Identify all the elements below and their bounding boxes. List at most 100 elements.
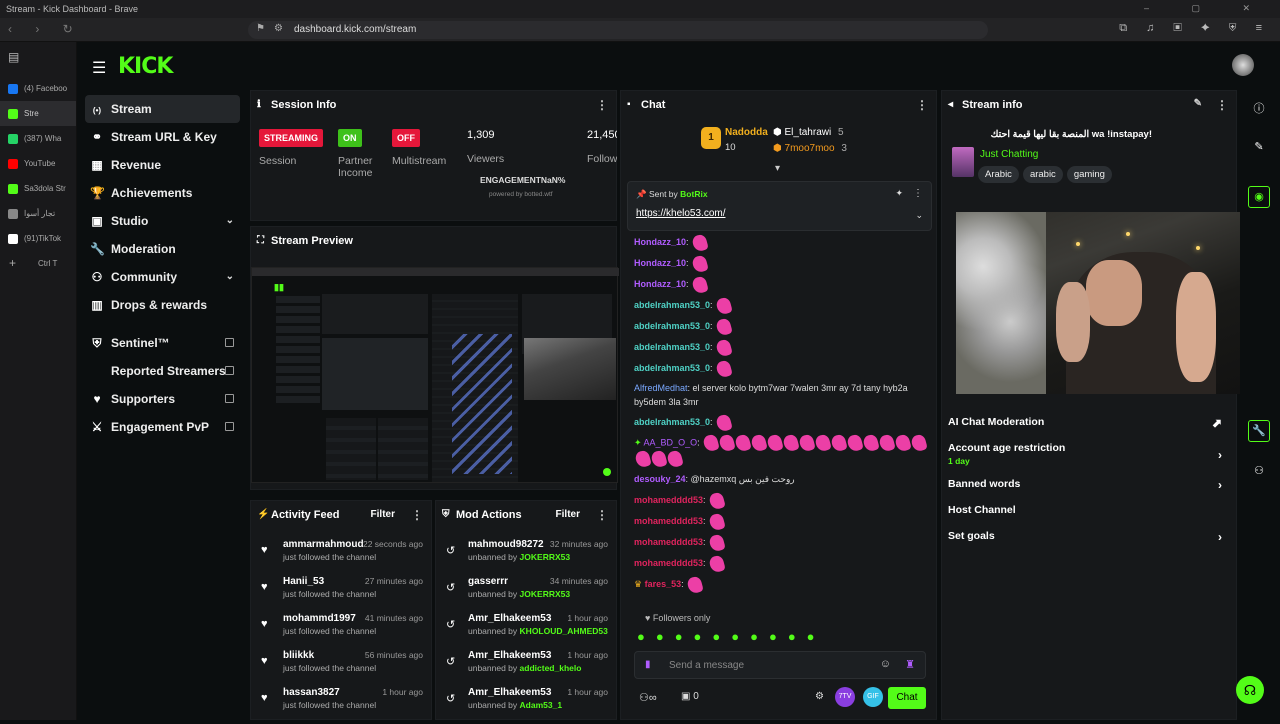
chat-message[interactable]: desouky_24: @hazemxq روحت فين بس [634,469,930,490]
bookmark-icon[interactable]: ⚑ [256,23,265,34]
kebab-menu-icon[interactable]: ⋮ [596,508,608,522]
filter-button[interactable]: Filter [556,509,580,520]
moderator-name[interactable]: KHOLOUD_AHMED53 [520,626,608,636]
kick-logo[interactable]: KICK [118,54,173,79]
send-chat-button[interactable]: Chat [888,687,926,709]
chat-username[interactable]: abdelrahman53_0 [634,417,710,427]
chat-message[interactable]: Hondazz_10: [634,232,930,253]
feed-item[interactable]: ♥ mohammd1997 41 minutes ago just followed … [257,613,431,650]
kebab-menu-icon[interactable]: ⋮ [916,98,928,112]
ai-chat-moderation-row[interactable]: AI Chat Moderation ⬈ [948,416,1232,442]
set-goals-row[interactable]: Set goals › [948,530,1232,556]
feed-item[interactable]: ♥ bliikkk 56 minutes ago just followed the … [257,650,431,687]
sidebar-item-community[interactable]: ⚇ Community ⌄ [85,263,240,291]
browser-tab[interactable]: YouTube [0,151,76,176]
mod-action-item[interactable]: ↺ gasserrr 34 minutes ago unbanned by JOKER… [442,576,616,613]
chat-username[interactable]: mohamedddd53 [634,516,703,526]
user-avatar[interactable] [1232,54,1254,76]
chat-message[interactable]: mohamedddd53: [634,511,930,532]
moderator-name[interactable]: JOKERRX53 [520,552,571,562]
chat-message[interactable]: abdelrahman53_0: [634,412,930,433]
kebab-menu-icon[interactable]: ⋮ [411,508,423,522]
sidebar-item-revenue[interactable]: ▦ Revenue [85,151,240,179]
chat-username[interactable]: fares_53 [645,579,682,589]
sidebar-toggle-icon[interactable]: ▤ [0,42,76,76]
site-settings-icon[interactable]: ⚙ [274,23,283,34]
sidebar-item-drops-rewards[interactable]: ▥ Drops & rewards [85,291,240,319]
chat-message[interactable]: mohamedddd53: [634,553,930,574]
moderator-name[interactable]: Adam53_1 [520,700,563,710]
chat-message[interactable]: mohamedddd53: [634,490,930,511]
leader-name[interactable]: Nadodda [725,127,768,138]
browser-tab[interactable]: (91)TikTok [0,226,76,251]
chat-message[interactable]: ♛ fares_53: [634,574,930,595]
host-channel-row[interactable]: Host Channel [948,504,1232,530]
mic-icon[interactable]: ▮ [645,659,651,670]
chat-username[interactable]: AA_BD_O_O [644,437,698,447]
account-age-row[interactable]: Account age restriction 1 day › [948,442,1232,478]
settings-gear-icon[interactable]: ⚙ [815,691,824,702]
sidebar-item-stream[interactable]: (•) Stream [85,95,240,123]
category-thumbnail[interactable] [952,147,974,177]
pack-icon[interactable]: ♜ [905,658,915,671]
leader-2[interactable]: ⬢ El_tahrawi 5 [773,127,844,138]
kebab-menu-icon[interactable]: ⋮ [596,98,608,112]
chat-input[interactable]: ▮ Send a message ☺ ♜ [634,651,926,679]
feed-item[interactable]: ♥ Hanii_53 27 minutes ago just followed the… [257,576,431,613]
chat-username[interactable]: abdelrahman53_0 [634,300,710,310]
pinned-message[interactable]: 📌 Sent by BotRix https://khelo53.com/ ✦ … [627,181,932,231]
mod-action-item[interactable]: ↺ Amr_Elhakeem53 1 hour ago unbanned by Ada… [442,687,616,724]
info-circle-icon[interactable]: ⓘ [1251,100,1267,116]
gif-button[interactable]: GIF [863,687,883,707]
chat-username[interactable]: mohamedddd53 [634,537,703,547]
emote-bar[interactable]: ●●●●●●●●●● [637,629,927,645]
sidebar-external-2[interactable]: ♥ Supporters [85,385,240,413]
sidebar-item-studio[interactable]: ▣ Studio ⌄ [85,207,240,235]
browser-tab[interactable]: Stre [0,101,76,126]
chat-username[interactable]: abdelrahman53_0 [634,363,710,373]
mod-action-item[interactable]: ↺ mahmoud98272 32 minutes ago unbanned by J… [442,539,616,576]
new-tab[interactable]: + Ctrl T [0,251,76,276]
banned-words-row[interactable]: Banned words › [948,478,1232,504]
browser-tab[interactable]: Sa3dola Str [0,176,76,201]
chat-message[interactable]: abdelrahman53_0: [634,337,930,358]
chat-username[interactable]: Hondazz_10 [634,279,686,289]
window-controls[interactable]: – ▢ ✕ [1144,3,1270,14]
browser-tab[interactable]: تجار أسوا [0,201,76,226]
sidebar-item-achievements[interactable]: 🏆 Achievements [85,179,240,207]
chat-message[interactable]: mohamedddd53: [634,532,930,553]
sidebar-external-0[interactable]: ⛨ Sentinel™ [85,329,240,357]
pencil-icon[interactable]: ✎ [1251,140,1267,156]
feed-item[interactable]: ♥ ammarmahmoud 22 seconds ago just followed… [257,539,431,576]
powered-by[interactable]: powered by botted.wtf [489,191,553,198]
mod-action-item[interactable]: ↺ Amr_Elhakeem53 1 hour ago unbanned by KHO… [442,613,616,650]
chat-username[interactable]: desouky_24 [634,474,686,484]
edit-pencil-icon[interactable]: ✎ [1194,98,1202,109]
sidebar-item-stream-url-key[interactable]: ⚭ Stream URL & Key [85,123,240,151]
stream-tag[interactable]: gaming [1066,166,1112,183]
url-field[interactable]: ⚑ ⚙ dashboard.kick.com/stream [248,21,988,39]
chat-username[interactable]: AlfredMedhat [634,383,688,393]
moderator-name[interactable]: JOKERRX53 [520,589,571,599]
moderator-name[interactable]: addicted_khelo [520,663,582,673]
sidebar-external-1[interactable]: Reported Streamers [85,357,240,385]
chat-message[interactable]: abdelrahman53_0: [634,316,930,337]
menu-icon[interactable]: ☰ [92,58,106,78]
chat-username[interactable]: abdelrahman53_0 [634,321,710,331]
category-name[interactable]: Just Chatting [980,149,1038,160]
expand-chevron-icon[interactable]: ⌄ [915,210,923,221]
chat-username[interactable]: mohamedddd53 [634,495,703,505]
sidebar-item-moderation[interactable]: 🔧 Moderation [85,235,240,263]
chat-username[interactable]: Hondazz_10 [634,258,686,268]
browser-tab[interactable]: (4) Faceboo [0,76,76,101]
preview-video[interactable]: ▮▮ [251,267,619,483]
filter-button[interactable]: Filter [371,509,395,520]
chat-username[interactable]: abdelrahman53_0 [634,342,710,352]
browser-tab[interactable]: (387) Wha [0,126,76,151]
pinned-link[interactable]: https://khelo53.com/ [636,208,726,219]
browser-toolbar-icons[interactable]: ⧉ ♫ ▣ ✦ ⛨ ≡ [1119,22,1270,35]
feed-item[interactable]: ♥ hassan3827 1 hour ago just followed the c… [257,687,431,724]
wrench-icon[interactable]: 🔧 [1248,420,1270,442]
kebab-menu-icon[interactable]: ⋮ [913,188,923,199]
mod-action-item[interactable]: ↺ Amr_Elhakeem53 1 hour ago unbanned by add… [442,650,616,687]
